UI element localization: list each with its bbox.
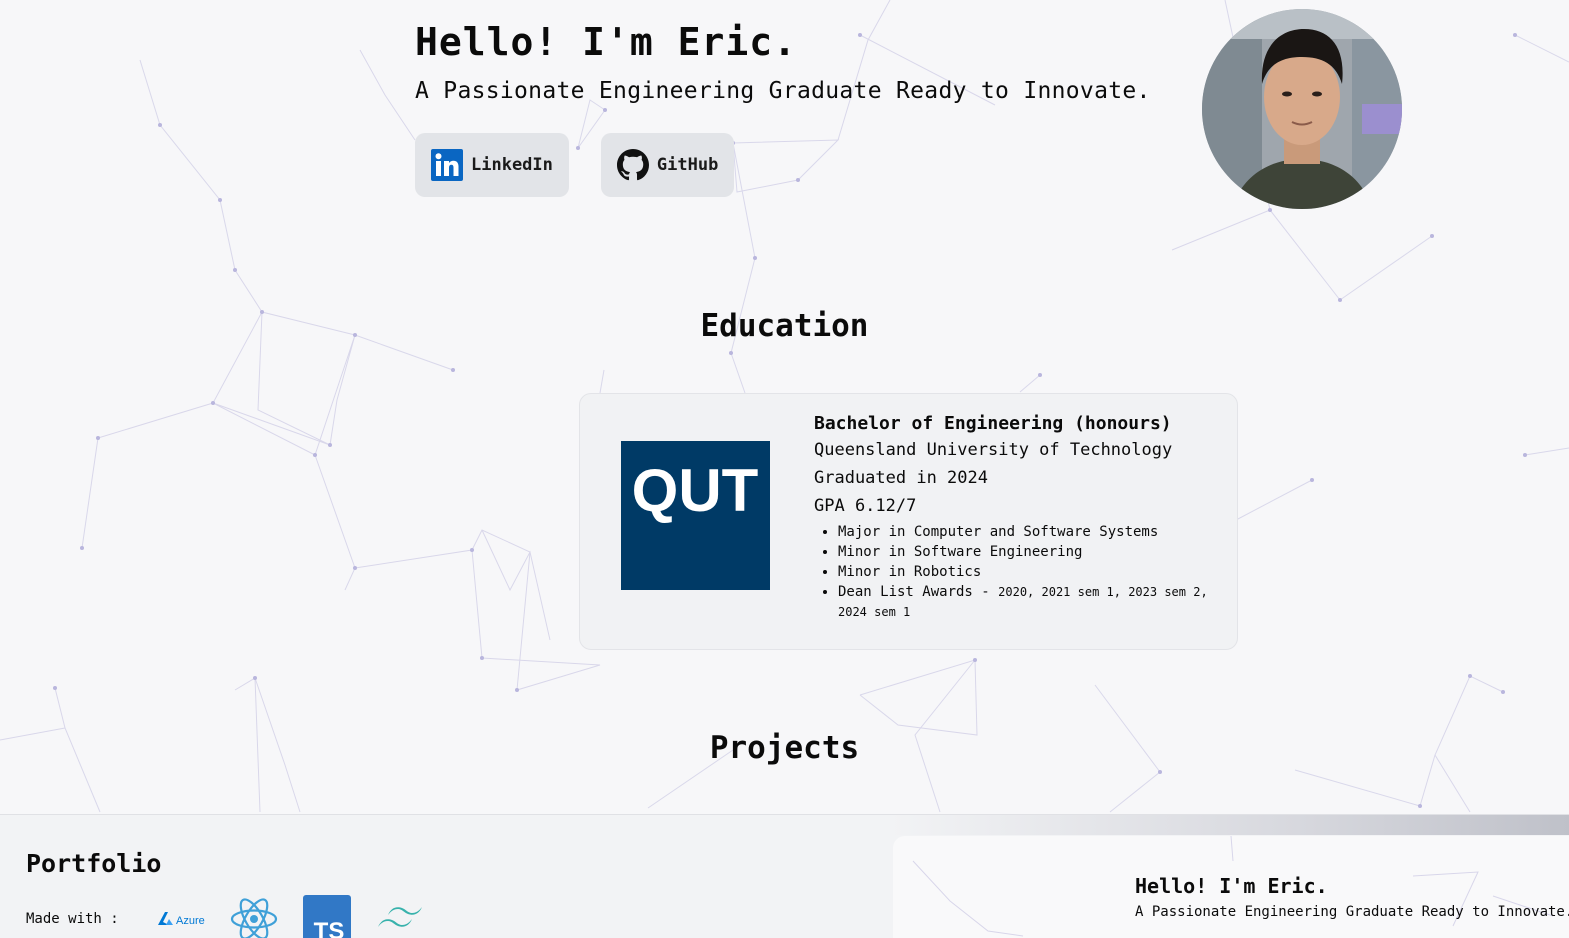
hero-section: Hello! I'm Eric. A Passionate Engineerin… [415,20,1151,104]
social-links: LinkedIn GitHub [415,133,735,197]
azure-label: Azure [176,915,205,927]
list-item: Minor in Software Engineering [838,542,1224,562]
qut-logo-text: QUT [632,457,759,524]
github-button[interactable]: GitHub [600,133,735,197]
gpa: GPA 6.12/7 [814,496,917,516]
profile-photo-icon [1202,9,1402,209]
footer: Portfolio Made with : Azure TS Hello! I'… [0,814,1569,938]
linkedin-icon [431,149,463,181]
github-label: GitHub [656,155,719,175]
hero-subtitle: A Passionate Engineering Graduate Ready … [415,78,1151,104]
qut-logo: QUT [621,441,770,590]
dean-list-label: Dean List Awards - [838,584,999,600]
made-with-label: Made with : [26,911,119,927]
avatar [1202,9,1402,209]
linkedin-label: LinkedIn [471,155,553,175]
github-icon [616,149,649,181]
typescript-label: TS [313,918,344,938]
education-details-list: Major in Computer and Software Systems M… [814,522,1224,622]
preview-subtitle: A Passionate Engineering Graduate Ready … [1135,904,1569,920]
education-info: Bachelor of Engineering (honours) Queens… [814,413,1224,622]
made-with-row: Made with : Azure TS [26,895,449,938]
list-item: Dean List Awards - 2020, 2021 sem 1, 202… [838,582,1224,622]
typescript-icon: TS [302,895,351,938]
graduation-year: Graduated in 2024 [814,468,988,488]
university-name: Queensland University of Technology [814,440,1173,460]
education-heading: Education [700,308,869,344]
education-card: QUT Bachelor of Engineering (honours) Qu… [579,393,1238,650]
linkedin-button[interactable]: LinkedIn [415,133,569,197]
preview-title: Hello! I'm Eric. [1135,874,1328,898]
azure-icon: Azure [157,912,205,927]
projects-heading: Projects [709,730,860,766]
site-preview-thumbnail[interactable]: Hello! I'm Eric. A Passionate Engineerin… [893,836,1569,938]
tailwind-icon [377,907,422,927]
list-item: Major in Computer and Software Systems [838,522,1224,542]
hero-title: Hello! I'm Eric. [415,20,798,64]
list-item: Minor in Robotics [838,562,1224,582]
preview-divider [890,815,1569,835]
footer-title: Portfolio [26,849,162,878]
degree-title: Bachelor of Engineering (honours) [814,413,1172,434]
react-icon [230,898,277,938]
